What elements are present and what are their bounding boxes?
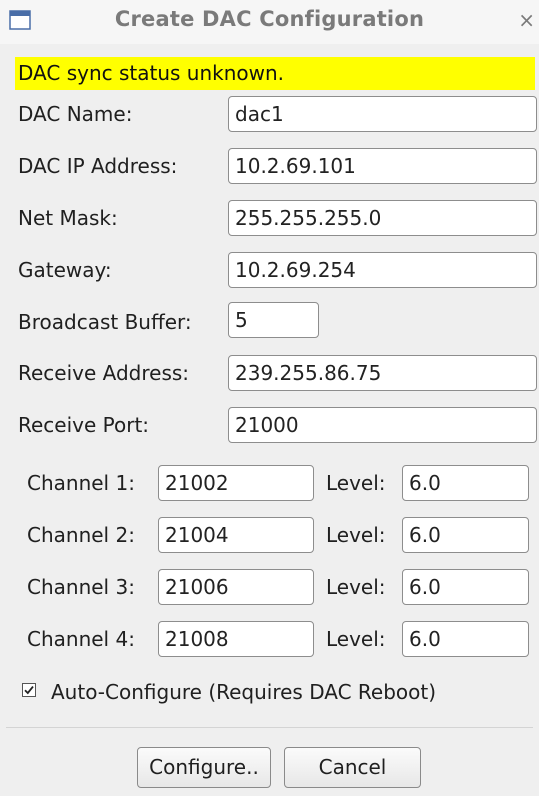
- broadcast-buffer-label: Broadcast Buffer:: [18, 310, 192, 334]
- dac-config-dialog: Create DAC Configuration × DAC sync stat…: [0, 0, 539, 796]
- channel-2-level-field[interactable]: [402, 517, 529, 553]
- window-title: Create DAC Configuration: [114, 7, 425, 31]
- channel-4-label: Channel 4:: [27, 627, 135, 651]
- channel-2-label: Channel 2:: [27, 523, 135, 547]
- dac-ip-label: DAC IP Address:: [18, 154, 178, 178]
- channel-1-level-label: Level:: [326, 471, 386, 495]
- receive-port-field[interactable]: [228, 407, 537, 443]
- gateway-field[interactable]: [228, 252, 537, 288]
- receive-address-field[interactable]: [228, 355, 537, 391]
- channel-3-level-label: Level:: [326, 575, 386, 599]
- gateway-label: Gateway:: [18, 258, 112, 282]
- auto-configure-checkbox[interactable]: [22, 683, 36, 697]
- auto-configure-label[interactable]: Auto-Configure (Requires DAC Reboot): [51, 680, 436, 704]
- receive-port-label: Receive Port:: [18, 413, 150, 437]
- channel-3-port-field[interactable]: [158, 569, 314, 605]
- configure-button[interactable]: Configure..: [137, 747, 271, 788]
- channel-1-port-field[interactable]: [158, 465, 314, 501]
- channel-3-level-field[interactable]: [402, 569, 529, 605]
- close-icon[interactable]: ×: [518, 8, 535, 32]
- channel-3-label: Channel 3:: [27, 575, 135, 599]
- title-bar[interactable]: Create DAC Configuration ×: [0, 0, 539, 44]
- net-mask-field[interactable]: [228, 200, 537, 236]
- dac-ip-field[interactable]: [228, 148, 537, 184]
- dac-name-field[interactable]: [228, 96, 537, 132]
- channel-4-level-field[interactable]: [402, 621, 529, 657]
- channel-4-port-field[interactable]: [158, 621, 314, 657]
- channel-2-level-label: Level:: [326, 523, 386, 547]
- channel-1-label: Channel 1:: [27, 471, 135, 495]
- button-divider: [6, 727, 533, 728]
- channel-1-level-field[interactable]: [402, 465, 529, 501]
- channel-2-port-field[interactable]: [158, 517, 314, 553]
- receive-address-label: Receive Address:: [18, 361, 190, 385]
- sync-status-banner: DAC sync status unknown.: [15, 57, 535, 90]
- net-mask-label: Net Mask:: [18, 206, 118, 230]
- cancel-button[interactable]: Cancel: [284, 747, 421, 788]
- dac-name-label: DAC Name:: [18, 102, 133, 126]
- broadcast-buffer-field[interactable]: [228, 302, 319, 338]
- channel-4-level-label: Level:: [326, 627, 386, 651]
